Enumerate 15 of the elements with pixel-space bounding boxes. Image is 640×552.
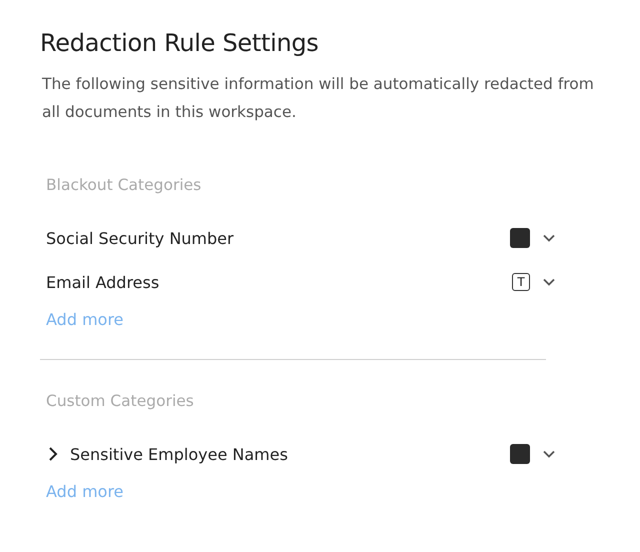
category-name: Email Address <box>46 272 160 292</box>
dropdown-caret-icon[interactable] <box>542 277 556 287</box>
color-swatch[interactable] <box>510 228 530 248</box>
section-heading: Custom Categories <box>46 391 195 412</box>
dropdown-caret-icon[interactable] <box>542 449 556 459</box>
category-name: Social Security Number <box>46 228 235 248</box>
category-name: Sensitive Employee Names <box>70 444 289 464</box>
add-more-link[interactable]: Add more <box>46 310 124 329</box>
dropdown-caret-icon[interactable] <box>542 233 556 243</box>
color-swatch[interactable] <box>510 444 530 464</box>
text-style-icon[interactable]: T <box>512 273 530 291</box>
description: The following sensitive information will be automatically redacted from all documents in this workspace. <box>42 74 595 123</box>
add-more-link[interactable]: Add more <box>46 482 124 501</box>
page-title: Redaction Rule Settings <box>40 28 320 58</box>
section-heading: Blackout Categories <box>46 175 202 196</box>
